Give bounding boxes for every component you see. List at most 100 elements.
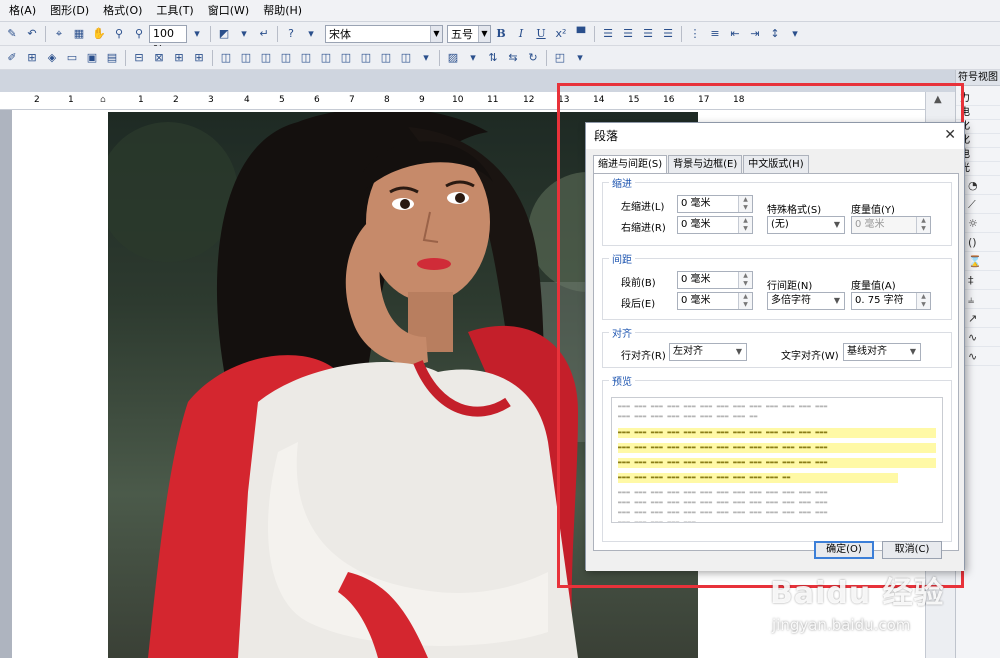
justify-icon[interactable]: ☰ (660, 26, 676, 42)
chevron-down-icon[interactable]: ▼ (478, 25, 490, 42)
shape-10-icon[interactable]: ◫ (398, 50, 414, 66)
shape-4-icon[interactable]: ◫ (278, 50, 294, 66)
bold-button[interactable]: B (493, 26, 509, 42)
preview-line-after: ▬▬▬ ▬▬▬ ▬▬▬ ▬▬▬ ▬▬▬ ▬▬▬ ▬▬▬ ▬▬▬ ▬▬▬ ▬▬▬ … (618, 499, 828, 506)
underline-button[interactable]: U (533, 26, 549, 42)
text-align-select[interactable]: 基线对齐 ▼ (843, 343, 921, 361)
align-center-icon[interactable]: ☰ (620, 26, 636, 42)
shape-3-icon[interactable]: ◫ (258, 50, 274, 66)
spacing-measure-spinner[interactable]: 0. 75 字符 ▲ ▼ (851, 292, 931, 310)
chevron-down-icon[interactable]: ▼ (430, 25, 442, 42)
spacing-group: 间距 段前(B) 0 毫米 ▲ ▼ 段后(E) 0 毫米 ▲ ▼ 行间距(N) 多倍… (602, 251, 952, 320)
frame-icon[interactable]: ▭ (64, 50, 80, 66)
left-indent-spinner[interactable]: 0 毫米 ▲ ▼ (677, 195, 753, 213)
more-icon[interactable]: ▾ (572, 50, 588, 66)
edit-icon[interactable]: ⌖ (51, 26, 67, 42)
space-before-label: 段前(B) (621, 278, 656, 289)
shape-2-icon[interactable]: ◫ (238, 50, 254, 66)
menu-item-tools[interactable]: 工具(T) (149, 0, 200, 22)
spin-arrows-icon[interactable]: ▲ ▼ (738, 293, 752, 309)
superscript-icon[interactable]: x² (553, 26, 569, 42)
align-left-icon[interactable]: ☰ (600, 26, 616, 42)
menu-item-help[interactable]: 帮助(H) (256, 0, 309, 22)
menu-item-format[interactable]: 格式(O) (96, 0, 149, 22)
dropdown-icon[interactable]: ▾ (189, 26, 205, 42)
return-icon[interactable]: ↵ (256, 26, 272, 42)
indent-measure-spinner[interactable]: 0 毫米 ▲ ▼ (851, 216, 931, 234)
space-after-label: 段后(E) (621, 299, 656, 310)
close-icon[interactable]: ✕ (944, 127, 956, 143)
font-size-combo[interactable]: 五号 ▼ (447, 24, 491, 43)
table-insert-icon[interactable]: ▤ (104, 50, 120, 66)
shape-5-icon[interactable]: ◫ (298, 50, 314, 66)
shape-1-icon[interactable]: ◫ (218, 50, 234, 66)
space-before-spinner[interactable]: 0 毫米 ▲ ▼ (677, 271, 753, 289)
menu-item-format-a[interactable]: 格(A) (2, 0, 43, 22)
chevron-down-icon[interactable]: ▼ (732, 344, 746, 360)
preview-line-current: ▬▬▬ ▬▬▬ ▬▬▬ ▬▬▬ ▬▬▬ ▬▬▬ ▬▬▬ ▬▬▬ ▬▬▬ ▬▬▬ … (618, 443, 936, 453)
merge-cells-icon[interactable]: ⊟ (131, 50, 147, 66)
insert-object-icon[interactable]: ◩ (216, 26, 232, 42)
menu-item-window[interactable]: 窗口(W) (201, 0, 256, 22)
more-icon[interactable]: ▾ (236, 26, 252, 42)
numbered-list-icon[interactable]: ≡ (707, 26, 723, 42)
spin-arrows-icon[interactable]: ▲ ▼ (738, 196, 752, 212)
more-icon[interactable]: ▾ (303, 26, 319, 42)
chevron-down-icon[interactable]: ▼ (830, 217, 844, 233)
flip-icon[interactable]: ⇅ (485, 50, 501, 66)
chevron-down-icon[interactable]: ▼ (830, 293, 844, 309)
table-icon[interactable]: ⊞ (24, 50, 40, 66)
indent-marker-icon[interactable]: ⌂ (100, 95, 106, 105)
spin-arrows-icon[interactable]: ▲ ▼ (916, 217, 930, 233)
more-icon[interactable]: ▾ (787, 26, 803, 42)
line-align-select[interactable]: 左对齐 ▼ (669, 343, 747, 361)
group-icon[interactable]: ◰ (552, 50, 568, 66)
tab-indent-spacing[interactable]: 缩进与间距(S) (593, 155, 668, 175)
split-cells-icon[interactable]: ⊠ (151, 50, 167, 66)
highlight-icon[interactable]: ▀ (573, 26, 589, 42)
right-indent-spinner[interactable]: 0 毫米 ▲ ▼ (677, 216, 753, 234)
ruler-tick: 8 (384, 95, 390, 105)
spin-arrows-icon[interactable]: ▲ ▼ (738, 272, 752, 288)
italic-button[interactable]: I (513, 26, 529, 42)
special-format-select[interactable]: (无) ▼ (767, 216, 845, 234)
pencil-icon[interactable]: ✐ (4, 50, 20, 66)
shape-9-icon[interactable]: ◫ (378, 50, 394, 66)
spin-arrows-icon[interactable]: ▲ ▼ (738, 217, 752, 233)
pen-icon[interactable]: ✎ (4, 26, 20, 42)
list-icon[interactable]: ⋮ (687, 26, 703, 42)
help-icon[interactable]: ? (283, 26, 299, 42)
undo-icon[interactable]: ↶ (24, 26, 40, 42)
hand-icon[interactable]: ✋ (91, 26, 107, 42)
cancel-button[interactable]: 取消(C) (882, 541, 942, 559)
more-icon[interactable]: ▾ (418, 50, 434, 66)
tab-background-border[interactable]: 背景与边框(E) (668, 155, 743, 174)
table-col-icon[interactable]: ⊞ (191, 50, 207, 66)
shape-7-icon[interactable]: ◫ (338, 50, 354, 66)
outdent-icon[interactable]: ⇤ (727, 26, 743, 42)
tab-chinese-layout[interactable]: 中文版式(H) (743, 155, 809, 174)
ok-button[interactable]: 确定(O) (814, 541, 874, 559)
menu-item-shapes[interactable]: 图形(D) (43, 0, 96, 22)
indent-icon[interactable]: ⇥ (747, 26, 763, 42)
table-row-icon[interactable]: ⊞ (171, 50, 187, 66)
more-icon[interactable]: ▾ (465, 50, 481, 66)
zoom-combo[interactable]: 100 % (149, 24, 187, 56)
chevron-down-icon[interactable]: ▼ (906, 344, 920, 360)
zoom-in-icon[interactable]: ⚲ (111, 26, 127, 42)
shape-6-icon[interactable]: ◫ (318, 50, 334, 66)
space-after-spinner[interactable]: 0 毫米 ▲ ▼ (677, 292, 753, 310)
image-icon[interactable]: ▣ (84, 50, 100, 66)
zoom-out-icon[interactable]: ⚲ (131, 26, 147, 42)
picture-icon[interactable]: ▨ (445, 50, 461, 66)
font-name-combo[interactable]: 宋体 ▼ (325, 24, 443, 43)
rotate-icon[interactable]: ↻ (525, 50, 541, 66)
line-spacing-select[interactable]: 多倍字符 ▼ (767, 292, 845, 310)
spin-arrows-icon[interactable]: ▲ ▼ (916, 293, 930, 309)
align-right-icon[interactable]: ☰ (640, 26, 656, 42)
line-spacing-icon[interactable]: ↕ (767, 26, 783, 42)
shape-8-icon[interactable]: ◫ (358, 50, 374, 66)
arrange-icon[interactable]: ⇆ (505, 50, 521, 66)
fill-icon[interactable]: ◈ (44, 50, 60, 66)
grid-icon[interactable]: ▦ (71, 26, 87, 42)
